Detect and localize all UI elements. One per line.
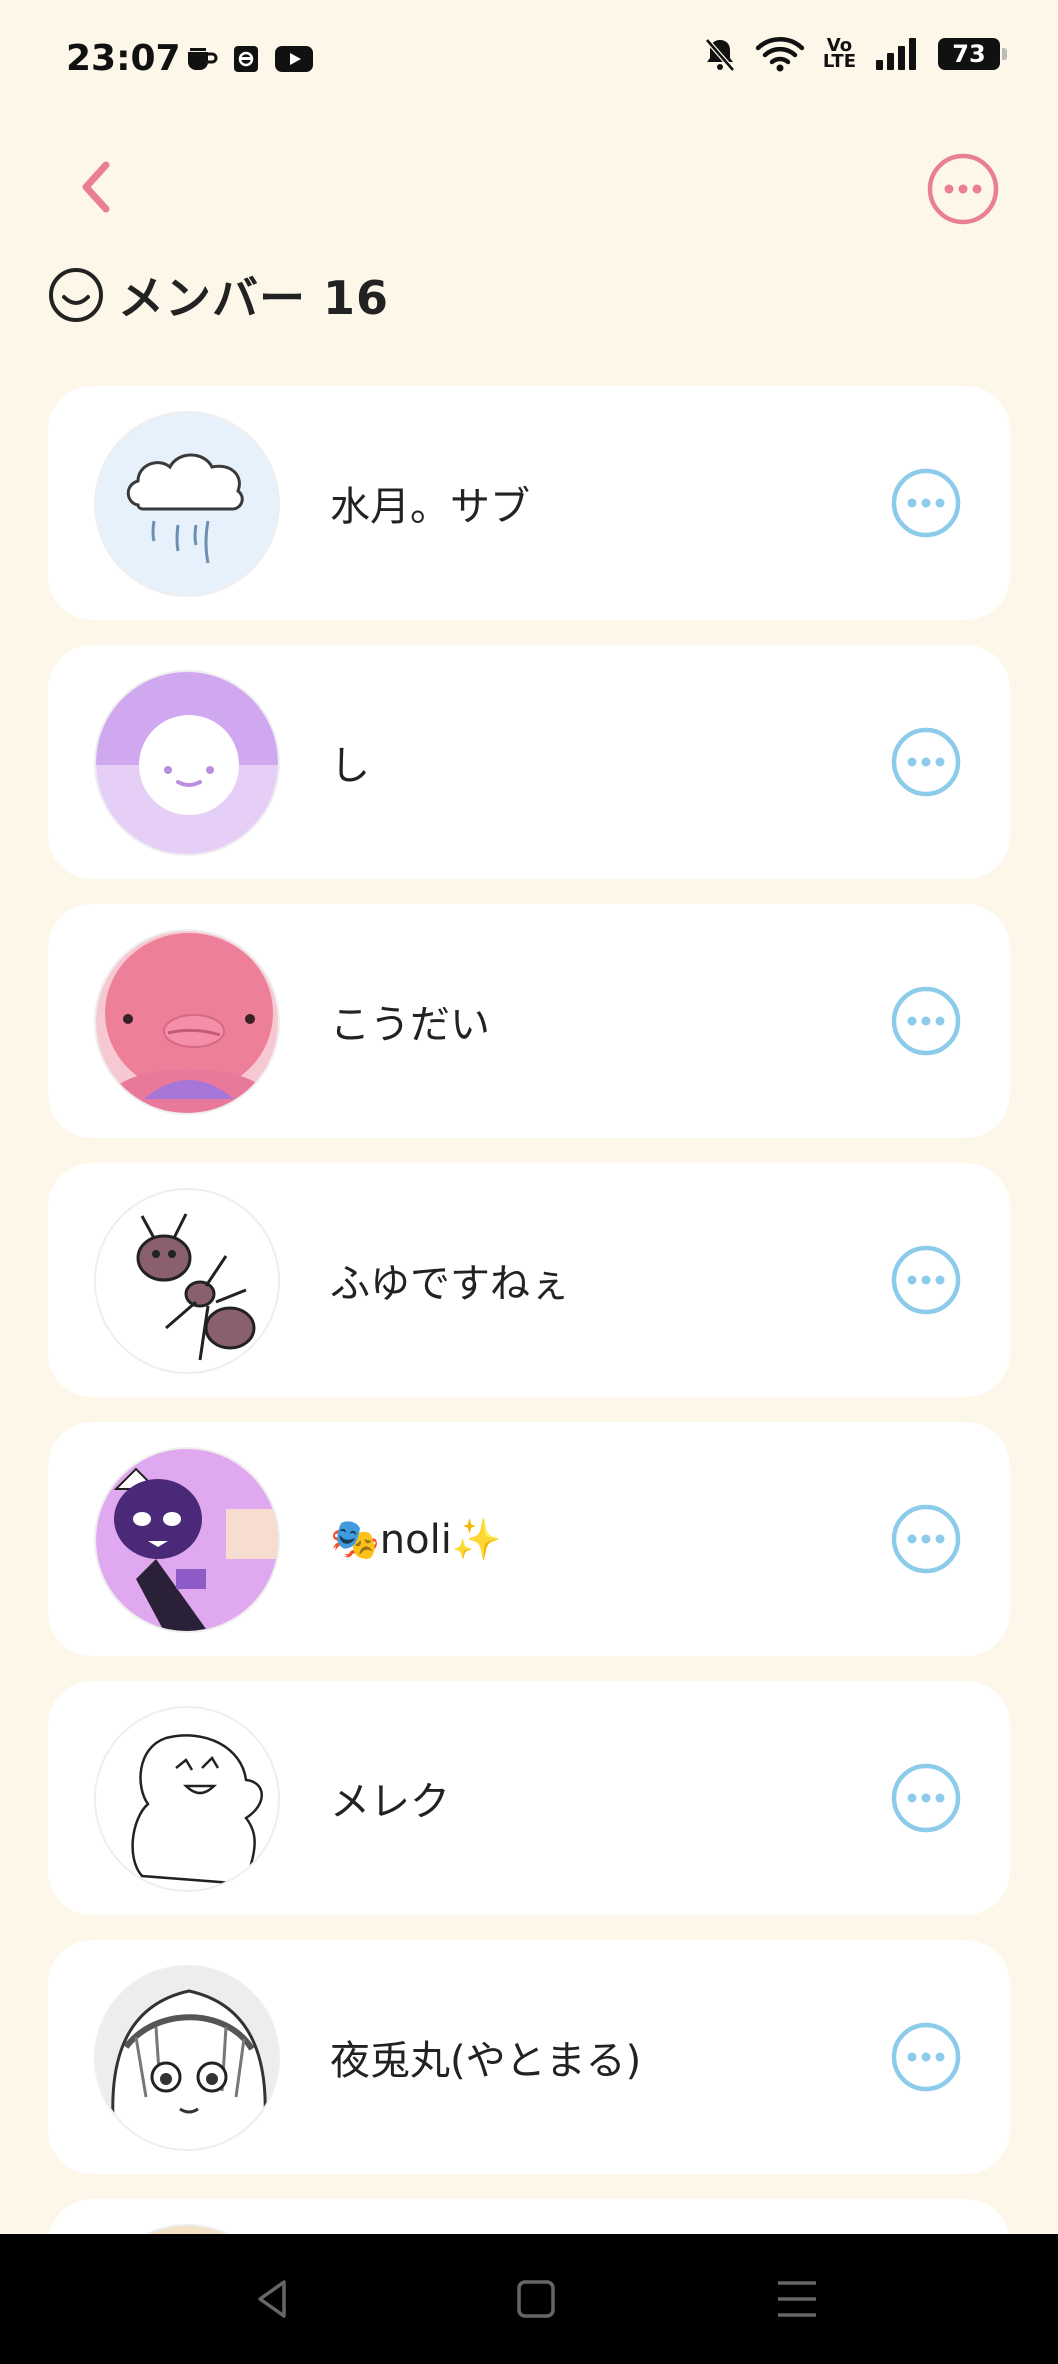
purple-character-avatar: [94, 1447, 280, 1633]
system-nav-bar: [0, 2234, 1058, 2364]
member-card[interactable]: ふゆですねぇ: [48, 1163, 1010, 1397]
member-card[interactable]: 水月。サブ: [48, 386, 1010, 620]
chevron-left-icon: [82, 161, 110, 213]
status-bar: 23:07 Vo LTE 73: [0, 0, 1058, 120]
member-name: メレク: [330, 1779, 450, 1825]
more-circle-icon: [927, 153, 999, 225]
member-name: し: [330, 743, 370, 789]
member-list: 水月。サブ し こうだい ふゆですねぇ 🎭noli✨ メレク 夜兎丸(やとまる): [48, 386, 1010, 2364]
member-name: 水月。サブ: [330, 484, 530, 530]
more-circle-icon[interactable]: [890, 467, 962, 539]
bell-muted-icon: [705, 38, 735, 72]
member-name: 🎭noli✨: [330, 1516, 502, 1563]
member-name: ふゆですねぇ: [330, 1261, 570, 1307]
more-circle-icon[interactable]: [890, 2021, 962, 2093]
member-card[interactable]: し: [48, 645, 1010, 879]
app-notification-icon: [234, 46, 258, 72]
volte-icon: Vo LTE: [822, 35, 856, 72]
page-title: メンバー 16: [118, 271, 390, 325]
coffee-cup-icon: [188, 48, 218, 70]
back-button[interactable]: [66, 152, 126, 222]
member-name: こうだい: [330, 1002, 490, 1048]
menu-lines-icon[interactable]: [772, 2274, 822, 2324]
signal-icon: [876, 38, 916, 70]
pink-plush-avatar: [94, 929, 280, 1115]
member-card[interactable]: こうだい: [48, 904, 1010, 1138]
more-circle-icon[interactable]: [890, 1762, 962, 1834]
status-time: 23:07: [66, 38, 181, 79]
purple-smiley-avatar: [94, 670, 280, 856]
header-more-button[interactable]: [926, 152, 1000, 226]
rain-cloud-avatar: [94, 411, 280, 597]
more-circle-icon[interactable]: [890, 1503, 962, 1575]
member-card[interactable]: メレク: [48, 1681, 1010, 1915]
sketch-ghost-avatar: [94, 1706, 280, 1892]
more-circle-icon[interactable]: [890, 726, 962, 798]
member-card[interactable]: 夜兎丸(やとまる): [48, 1940, 1010, 2174]
youtube-icon: [275, 46, 313, 72]
title-row: メンバー 16: [48, 262, 389, 328]
back-triangle-icon[interactable]: [248, 2274, 298, 2324]
member-name: 夜兎丸(やとまる): [330, 2038, 642, 2084]
battery-icon: 73: [938, 38, 1007, 70]
ant-drawing-avatar: [94, 1188, 280, 1374]
home-square-icon[interactable]: [511, 2274, 561, 2324]
more-circle-icon[interactable]: [890, 985, 962, 1057]
wifi-icon: [755, 37, 805, 72]
more-circle-icon[interactable]: [890, 1244, 962, 1316]
manga-girl-avatar: [94, 1965, 280, 2151]
member-card[interactable]: 🎭noli✨: [48, 1422, 1010, 1656]
smiley-face-icon: [49, 268, 103, 322]
